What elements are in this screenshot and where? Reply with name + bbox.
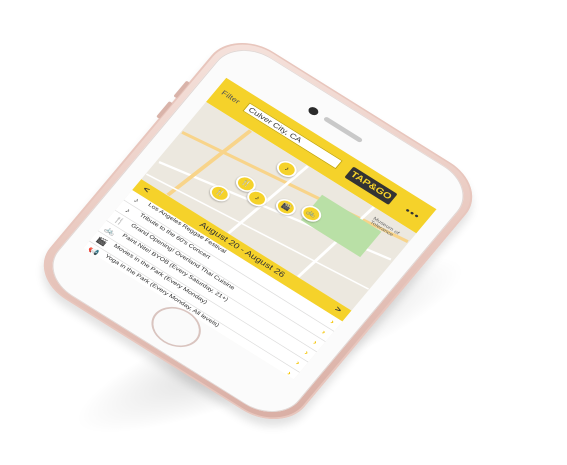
chevron-right-icon: › <box>302 348 311 357</box>
map-park <box>300 194 382 258</box>
earpiece-speaker <box>322 116 364 144</box>
phone-bezel: Filter TAP&GO ••• Museum of Tolerance ♪ … <box>37 36 479 426</box>
filter-label: Filter <box>219 88 242 106</box>
phone-scene: Filter TAP&GO ••• Museum of Tolerance ♪ … <box>0 0 567 435</box>
chevron-right-icon: › <box>294 358 302 367</box>
map-pin-food[interactable]: 🍴 <box>206 182 234 205</box>
app-screen: Filter TAP&GO ••• Museum of Tolerance ♪ … <box>83 77 437 380</box>
map-pin-film[interactable]: 🎬 <box>272 195 300 219</box>
megaphone-icon: 📢 <box>86 245 101 258</box>
chevron-right-icon: › <box>328 317 337 326</box>
phone-device: Filter TAP&GO ••• Museum of Tolerance ♪ … <box>27 27 489 435</box>
more-options-icon[interactable]: ••• <box>402 205 422 222</box>
chevron-right-icon: › <box>285 369 294 377</box>
front-camera-icon <box>306 105 321 117</box>
chevron-right-icon: › <box>311 338 320 347</box>
chevron-right-icon: › <box>320 328 328 336</box>
